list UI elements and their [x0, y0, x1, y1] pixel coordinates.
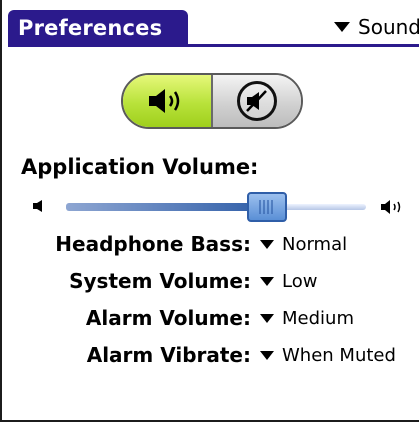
setting-row-alarm-volume: Alarm Volume: Medium — [2, 303, 419, 333]
system-volume-dropdown[interactable]: Low — [260, 271, 317, 292]
app-title: Preferences — [8, 10, 188, 46]
alarm-vibrate-dropdown[interactable]: When Muted — [260, 345, 396, 366]
speaker-muted-icon — [246, 90, 267, 112]
setting-row-system-volume: System Volume: Low — [2, 266, 419, 296]
sound-on-off-toggle[interactable] — [121, 73, 303, 129]
system-volume-label: System Volume: — [69, 269, 251, 293]
sound-off-button[interactable] — [213, 75, 301, 127]
slider-fill — [66, 203, 267, 211]
window-frame: Preferences Sound Application Volume: He… — [0, 0, 419, 422]
alarm-vibrate-label: Alarm Vibrate: — [86, 343, 251, 367]
application-volume-label: Application Volume: — [21, 155, 259, 179]
setting-row-alarm-vibrate: Alarm Vibrate: When Muted — [2, 340, 419, 370]
title-underline — [8, 44, 419, 47]
speaker-on-icon — [149, 89, 180, 113]
volume-high-icon — [381, 200, 401, 214]
category-value: Sound — [358, 15, 419, 39]
title-bar: Preferences Sound — [2, 10, 419, 48]
volume-low-icon — [33, 200, 42, 212]
dropdown-triangle-icon — [260, 276, 274, 286]
alarm-vibrate-value: When Muted — [282, 344, 396, 366]
system-volume-value: Low — [282, 270, 318, 292]
application-volume-slider[interactable] — [32, 192, 412, 222]
headphone-bass-dropdown[interactable]: Normal — [260, 234, 347, 255]
dropdown-triangle-icon — [260, 239, 274, 249]
category-dropdown[interactable]: Sound — [334, 12, 419, 42]
headphone-bass-label: Headphone Bass: — [55, 232, 251, 256]
dropdown-triangle-icon — [334, 22, 351, 32]
setting-row-headphone-bass: Headphone Bass: Normal — [2, 229, 419, 259]
headphone-bass-value: Normal — [282, 233, 348, 255]
alarm-volume-dropdown[interactable]: Medium — [260, 308, 354, 329]
dropdown-triangle-icon — [260, 313, 274, 323]
mute-circle — [237, 81, 277, 121]
alarm-volume-label: Alarm Volume: — [85, 306, 251, 330]
slider-thumb[interactable] — [247, 192, 287, 222]
dropdown-triangle-icon — [260, 350, 274, 360]
sound-on-button[interactable] — [123, 75, 213, 127]
alarm-volume-value: Medium — [282, 307, 354, 329]
